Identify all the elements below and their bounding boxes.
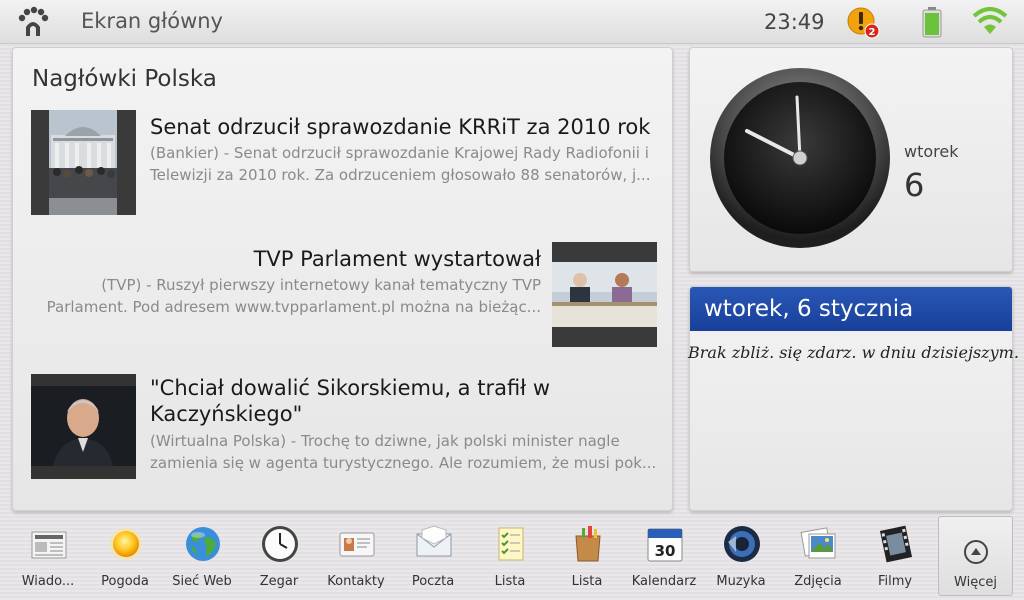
- speaker-icon: [724, 526, 760, 562]
- svg-text:30: 30: [655, 542, 676, 560]
- dock-item-list[interactable]: Lista: [472, 518, 548, 600]
- checklist-icon: [498, 527, 524, 561]
- envelope-icon: [416, 525, 452, 557]
- dock-item-movies[interactable]: Filmy: [857, 518, 933, 600]
- dock-label: Muzyka: [716, 574, 766, 589]
- calendar-widget[interactable]: wtorek, 6 stycznia Brak zbliż. się zdarz…: [688, 286, 1019, 511]
- wifi-icon: [972, 7, 1008, 34]
- contact-card-icon: [339, 532, 375, 557]
- news-thumbnail-senate-image: [31, 110, 136, 215]
- news-widget[interactable]: Nagłówki Polska Senat odrzucił sprawozda…: [12, 47, 673, 511]
- newspaper-icon: [31, 531, 67, 559]
- clock-widget[interactable]: wtorek 6: [689, 47, 1013, 272]
- home-icon[interactable]: [16, 5, 50, 37]
- alert-icon[interactable]: 2: [846, 6, 880, 40]
- news-summary: (TVP) - Ruszył pierwszy internetowy kana…: [46, 276, 541, 316]
- news-headline[interactable]: Senat odrzucił sprawozdanie KRRiT za 201…: [150, 114, 660, 140]
- dock-label: Kalendarz: [631, 574, 697, 589]
- dock-label: Lista: [571, 574, 603, 589]
- more-apps-button[interactable]: Więcej: [938, 516, 1013, 596]
- dock-item-clock[interactable]: Zegar: [241, 518, 317, 600]
- globe-icon: [186, 527, 220, 561]
- dock-item-calendar[interactable]: 30 Kalendarz: [626, 518, 702, 600]
- calendar-icon: 30: [647, 528, 683, 562]
- dock-label: Pogoda: [101, 574, 149, 589]
- news-headline[interactable]: TVP Parlament wystartował: [33, 246, 541, 272]
- dock-label: Zdjęcia: [794, 574, 842, 589]
- sun-icon: [110, 528, 142, 560]
- dock-item-music[interactable]: Muzyka: [703, 518, 779, 600]
- clock-day-name: wtorek: [904, 142, 959, 161]
- analog-clock-icon: [710, 68, 890, 248]
- battery-icon: [922, 7, 942, 38]
- news-headline[interactable]: "Chciał dowalić Sikorskiemu, a trafił w …: [150, 375, 620, 427]
- dock-label: Lista: [494, 574, 526, 589]
- status-time: 23:49: [764, 10, 825, 34]
- screen-title: Ekran główny: [81, 9, 223, 33]
- more-apps-label: Więcej: [954, 575, 997, 590]
- news-item[interactable]: "Chciał dowalić Sikorskiemu, a trafił w …: [13, 358, 673, 508]
- news-summary: (Bankier) - Senat odrzucił sprawozdanie …: [150, 144, 651, 184]
- dock-item-photos[interactable]: Zdjęcia: [780, 518, 856, 600]
- dock-item-mail[interactable]: Poczta: [395, 518, 471, 600]
- news-summary: (Wirtualna Polska) - Trochę to dziwne, j…: [150, 432, 657, 472]
- chevron-up-icon: [964, 540, 988, 564]
- dock-item-shopping-list[interactable]: Lista: [549, 518, 625, 600]
- dock-item-contacts[interactable]: Kontakty: [318, 518, 394, 600]
- shopping-bag-icon: [575, 526, 601, 562]
- news-thumbnail-parliament-image: [552, 242, 657, 347]
- dock-item-weather[interactable]: Pogoda: [87, 518, 163, 600]
- notification-count: 2: [869, 27, 876, 38]
- status-bar: Ekran główny 23:49 2: [0, 0, 1024, 44]
- news-item[interactable]: Senat odrzucił sprawozdanie KRRiT za 201…: [13, 48, 673, 228]
- clock-icon: [262, 526, 298, 562]
- dock-label: Sieć Web: [172, 574, 232, 589]
- dock-label: Poczta: [411, 574, 455, 589]
- film-icon: [879, 525, 913, 563]
- dock-label: Zegar: [259, 574, 299, 589]
- dock-label: Filmy: [877, 574, 913, 589]
- dock-item-web[interactable]: Sieć Web: [164, 518, 240, 600]
- app-dock: Wiado... Pogoda Sieć Web Zegar Kontakty …: [0, 518, 1024, 600]
- photos-icon: [800, 527, 836, 559]
- calendar-date-header: wtorek, 6 stycznia: [690, 287, 1012, 331]
- dock-item-news[interactable]: Wiado...: [10, 518, 86, 600]
- dock-label: Wiado...: [21, 574, 75, 589]
- news-item[interactable]: TVP Parlament wystartował (TVP) - Ruszył…: [13, 228, 673, 358]
- clock-day-number: 6: [904, 166, 925, 204]
- news-thumbnail-politician-image: [31, 374, 136, 479]
- dock-label: Kontakty: [327, 574, 385, 589]
- calendar-empty-message: Brak zbliż. się zdarz. w dniu dzisiejszy…: [688, 343, 1019, 362]
